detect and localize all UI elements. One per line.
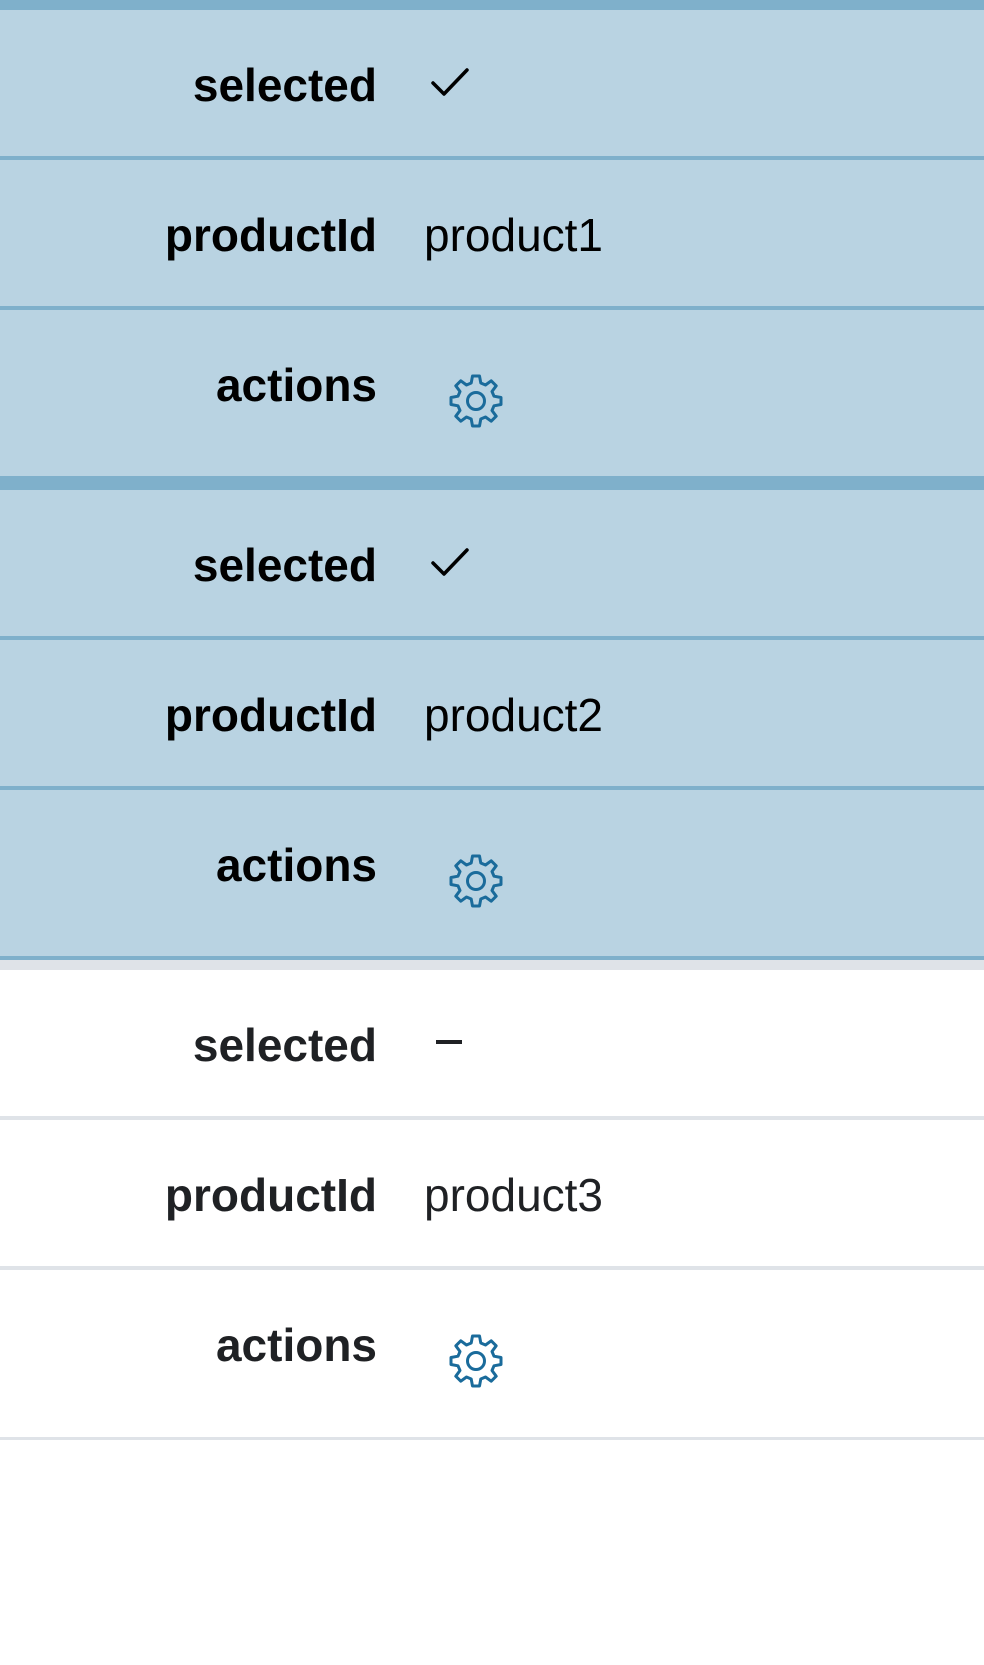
row-actions-button[interactable] [444,368,508,432]
field-label-product-id: productId [164,209,377,261]
field-label-product-id: productId [164,689,377,741]
gear-icon [449,1334,503,1388]
check-icon [431,548,469,576]
field-label-selected: selected [192,539,377,591]
table-row[interactable]: selected productId product2 actions [0,480,984,960]
check-icon [431,68,469,96]
field-row-selected: selected [0,10,984,160]
product-id-value: product1 [424,209,604,261]
dash-icon [436,1040,462,1044]
product-id-value: product3 [424,1169,604,1221]
field-label-product-id: productId [164,1169,377,1221]
table-row[interactable]: selected productId product1 actions [0,0,984,480]
field-row-actions: actions [0,1270,984,1440]
row-actions-button[interactable] [444,848,508,912]
row-actions-button[interactable] [444,1328,508,1392]
field-label-actions: actions [215,1319,377,1371]
gear-icon [449,854,503,908]
field-label-selected: selected [192,1019,377,1071]
field-label-selected: selected [192,59,377,111]
gear-icon [449,374,503,428]
field-row-selected: selected [0,490,984,640]
product-id-value: product2 [424,689,604,741]
field-row-product-id: productId product3 [0,1120,984,1270]
field-row-actions: actions [0,790,984,960]
field-row-selected: selected [0,970,984,1120]
field-row-product-id: productId product1 [0,160,984,310]
table-row[interactable]: selected productId product3 actions [0,960,984,1440]
field-row-actions: actions [0,310,984,480]
data-table: selected productId product1 actions sele… [0,0,984,1440]
field-label-actions: actions [215,839,377,891]
field-label-actions: actions [215,359,377,411]
field-row-product-id: productId product2 [0,640,984,790]
